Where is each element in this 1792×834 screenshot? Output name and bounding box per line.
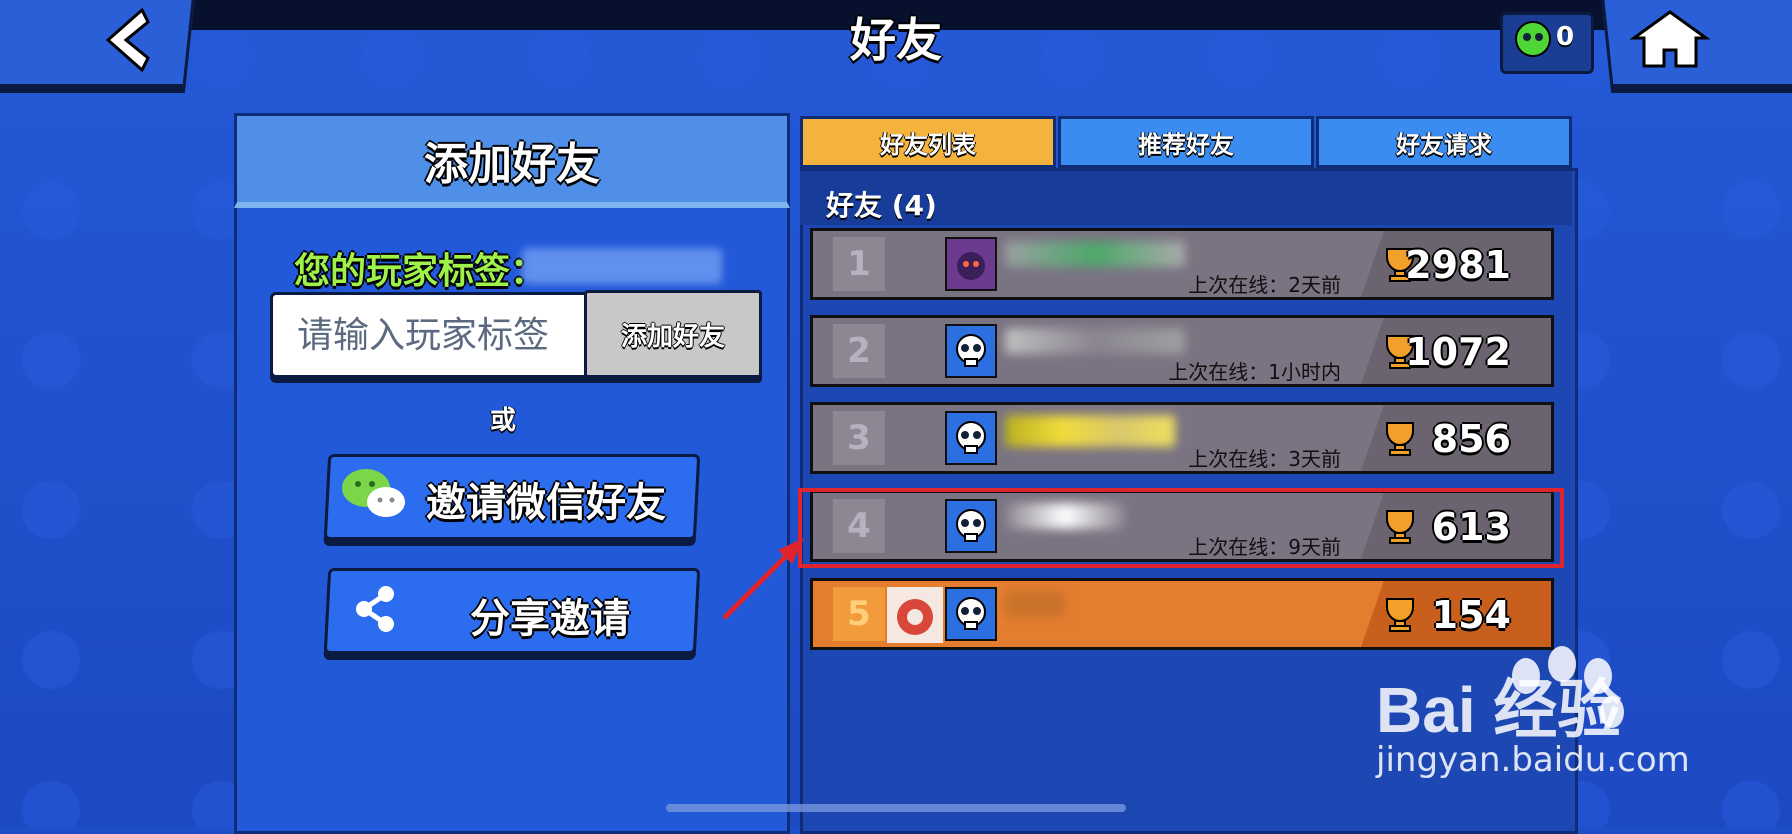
watermark-brand: Bai 经验 (1376, 674, 1621, 746)
avatar (945, 237, 997, 291)
token-count: 0 (1556, 22, 1575, 52)
skull-icon (956, 334, 986, 367)
invite-wechat-label: 邀请微信好友 (426, 480, 666, 526)
tab-recommended[interactable]: 推荐好友 (1058, 116, 1314, 168)
player-name-blurred (1005, 415, 1175, 447)
rank-number: 5 (833, 587, 885, 641)
player-pin (887, 587, 943, 643)
trophy-count: 2981 (1405, 243, 1511, 287)
or-divider: 或 (490, 406, 517, 436)
skull-token-icon (1515, 21, 1551, 57)
last-online: 上次在线：1小时内 (1168, 360, 1341, 384)
watermark-url: jingyan.baidu.com (1376, 740, 1690, 780)
trophy-icon (1386, 598, 1414, 632)
tab-friend-requests[interactable]: 好友请求 (1316, 116, 1572, 168)
rank-number: 2 (833, 324, 885, 378)
highlight-box (798, 488, 1564, 568)
avatar (945, 411, 997, 465)
scrollbar[interactable] (666, 804, 1126, 812)
rank-number: 1 (833, 237, 885, 291)
friend-row[interactable]: 2 上次在线：1小时内 1072 (810, 315, 1554, 387)
tab-friend-list[interactable]: 好友列表 (800, 116, 1056, 168)
player-tag-label: 您的玩家标签： (294, 251, 547, 292)
avatar (945, 324, 997, 378)
player-tag-value-blurred (522, 248, 722, 284)
red-arrow-annotation (722, 538, 804, 620)
share-invite-label: 分享邀请 (470, 596, 630, 642)
player-name-blurred (1005, 591, 1065, 617)
rank-number: 3 (833, 411, 885, 465)
friend-row[interactable]: 3 上次在线：3天前 856 (810, 402, 1554, 474)
avatar (945, 587, 997, 641)
skull-icon (956, 597, 986, 630)
friend-row[interactable]: 1 上次在线：2天前 2981 (810, 228, 1554, 300)
trophy-count: 154 (1431, 593, 1511, 637)
last-online: 上次在线：3天前 (1188, 447, 1341, 471)
player-tag-input[interactable] (273, 295, 593, 375)
pin-emote-icon (897, 599, 933, 635)
player-tag-input-wrap (270, 292, 596, 378)
player-name-blurred (1005, 241, 1185, 267)
player-name-blurred (1005, 328, 1185, 354)
wechat-icon (342, 469, 405, 517)
friends-count: 好友 (4) (826, 189, 937, 222)
last-online: 上次在线：2天前 (1188, 273, 1341, 297)
trophy-count: 1072 (1405, 330, 1511, 374)
add-friend-button[interactable]: 添加好友 (584, 290, 762, 378)
add-friend-title: 添加好友 (424, 139, 600, 190)
trophy-count: 856 (1431, 417, 1511, 461)
share-icon (356, 586, 394, 632)
trophy-icon (1386, 422, 1414, 456)
skull-icon (956, 421, 986, 454)
brawler-portrait-icon (957, 252, 985, 280)
home-icon[interactable] (1630, 8, 1710, 72)
